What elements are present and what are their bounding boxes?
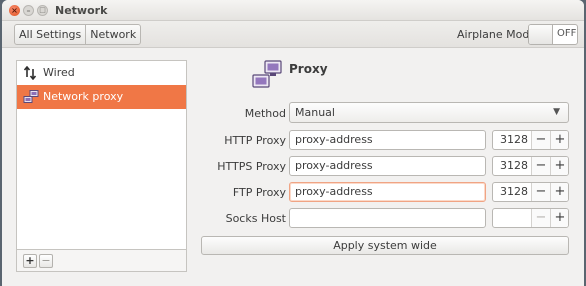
socks-port-value[interactable] (493, 209, 530, 227)
remove-connection-button[interactable]: − (39, 254, 53, 268)
chevron-down-icon: ▼ (553, 107, 560, 117)
apply-system-wide-button[interactable]: Apply system wide (201, 236, 569, 255)
sidebar-item-label: Network proxy (43, 90, 124, 103)
list-footer: + − (16, 250, 187, 272)
https-proxy-label: HTTPS Proxy (217, 160, 286, 173)
https-port-value[interactable]: 3128 (493, 157, 530, 175)
sidebar-item-network-proxy[interactable]: Network proxy (17, 85, 186, 109)
airplane-mode-state: OFF (557, 28, 577, 39)
socks-port-stepper[interactable]: − + (492, 208, 569, 228)
breadcrumb-network[interactable]: Network (85, 25, 140, 44)
header-toolbar: All Settings Network Airplane Mode OFF (2, 21, 584, 48)
https-port-increment-button[interactable]: + (550, 157, 568, 175)
http-port-decrement-button[interactable]: − (531, 131, 550, 149)
method-value: Manual (295, 106, 335, 119)
https-port-stepper[interactable]: 3128 − + (492, 156, 569, 176)
ftp-port-stepper[interactable]: 3128 − + (492, 182, 569, 202)
socks-port-increment-button[interactable]: + (550, 209, 568, 227)
method-select[interactable]: Manual ▼ (289, 102, 569, 123)
http-proxy-label: HTTP Proxy (224, 134, 286, 147)
wired-network-icon (23, 65, 37, 81)
socks-host-label: Socks Host (225, 212, 286, 225)
network-settings-window: × – □ Network All Settings Network Airpl… (2, 0, 584, 286)
http-proxy-field[interactable]: proxy-address (289, 130, 486, 150)
http-port-increment-button[interactable]: + (550, 131, 568, 149)
breadcrumb: All Settings Network (14, 24, 142, 45)
airplane-mode-label: Airplane Mode (457, 28, 537, 41)
breadcrumb-all-settings[interactable]: All Settings (15, 25, 85, 44)
add-connection-button[interactable]: + (23, 254, 37, 268)
maximize-window-button[interactable]: □ (37, 5, 48, 16)
ftp-port-value[interactable]: 3128 (493, 183, 530, 201)
airplane-mode-toggle[interactable]: OFF (528, 24, 578, 45)
window-title: Network (55, 4, 108, 17)
https-port-decrement-button[interactable]: − (531, 157, 550, 175)
network-proxy-icon (23, 90, 39, 104)
ftp-port-decrement-button[interactable]: − (531, 183, 550, 201)
method-label: Method (244, 107, 286, 120)
minimize-window-button[interactable]: – (23, 5, 34, 16)
ftp-proxy-field[interactable]: proxy-address (289, 182, 486, 202)
ftp-proxy-label: FTP Proxy (232, 186, 286, 199)
proxy-header-icon (251, 60, 283, 90)
http-port-value[interactable]: 3128 (493, 131, 530, 149)
socks-port-decrement-button[interactable]: − (531, 209, 550, 227)
sidebar-item-label: Wired (43, 66, 75, 79)
proxy-title: Proxy (289, 62, 328, 76)
toggle-knob[interactable] (529, 25, 553, 44)
socks-host-field[interactable] (289, 208, 486, 228)
http-port-stepper[interactable]: 3128 − + (492, 130, 569, 150)
ftp-port-increment-button[interactable]: + (550, 183, 568, 201)
sidebar-item-wired[interactable]: Wired (17, 61, 186, 85)
close-window-button[interactable]: × (9, 5, 20, 16)
connection-list: Wired Network proxy (16, 60, 187, 250)
title-bar: × – □ Network (2, 0, 584, 21)
https-proxy-field[interactable]: proxy-address (289, 156, 486, 176)
